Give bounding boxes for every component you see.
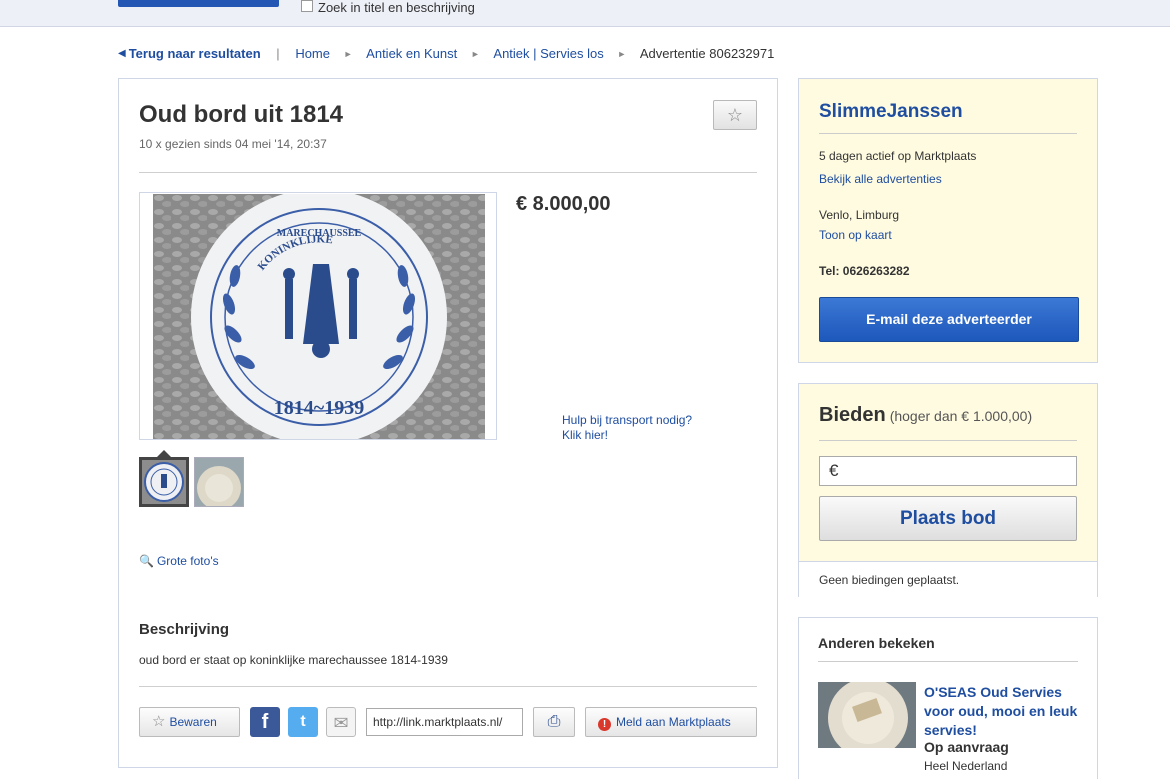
breadcrumb-arrow-icon: ► — [617, 48, 627, 59]
divider — [139, 686, 757, 687]
share-url-field[interactable] — [366, 708, 523, 736]
warning-icon: ! — [598, 718, 611, 731]
thumbnail-1[interactable] — [139, 457, 189, 507]
search-in-description-checkbox[interactable] — [301, 0, 313, 12]
divider — [139, 172, 757, 173]
plate-image: KONINKLIJKE MARECHAUSSEE 1814~1939 — [153, 194, 485, 439]
others-viewed-panel: Anderen bekeken O'SEAS Oud Servies voor … — [798, 617, 1098, 779]
action-bar: ☆Bewaren f t ✉ ⎙ ! Meld aan Marktplaats — [139, 707, 759, 739]
twitter-icon[interactable]: t — [288, 707, 318, 737]
view-count: 10 x gezien sinds 04 mei '14, 20:37 — [139, 137, 327, 151]
breadcrumb-divider: | — [276, 46, 280, 62]
bid-status-text: Geen biedingen geplaatst. — [819, 573, 960, 587]
svg-text:1814~1939: 1814~1939 — [274, 397, 364, 419]
print-button[interactable]: ⎙ — [533, 707, 575, 737]
email-advertiser-button[interactable]: E-mail deze adverteerder — [819, 297, 1079, 342]
main-photo[interactable]: KONINKLIJKE MARECHAUSSEE 1814~1939 — [139, 192, 497, 440]
others-item-thumbnail[interactable] — [818, 682, 916, 748]
show-on-map-link[interactable]: Toon op kaart — [819, 228, 892, 242]
thumb-selected-caret — [157, 450, 171, 457]
description-text: oud bord er staat op koninklijke marecha… — [139, 653, 448, 667]
favorite-button[interactable]: ☆ — [713, 100, 757, 130]
svg-text:MARECHAUSSEE: MARECHAUSSEE — [277, 228, 362, 239]
listing-title: Oud bord uit 1814 — [139, 101, 344, 128]
big-photos-label[interactable]: Grote foto's — [157, 554, 219, 568]
seller-name[interactable]: SlimmeJanssen — [819, 101, 963, 123]
star-icon: ☆ — [152, 713, 166, 730]
back-to-results-link[interactable]: Terug naar resultaten — [129, 46, 261, 61]
seller-location: Venlo, Limburg — [819, 208, 900, 222]
search-in-description-label[interactable]: Zoek in titel en beschrijving — [318, 0, 475, 15]
big-photos-link[interactable]: 🔍 Grote foto's — [139, 554, 219, 568]
place-bid-button[interactable]: Plaats bod — [819, 496, 1077, 541]
others-viewed-heading: Anderen bekeken — [818, 635, 935, 651]
breadcrumb-arrow-icon: ► — [343, 48, 353, 59]
breadcrumb-home[interactable]: Home — [295, 46, 330, 61]
seller-phone: Tel: 0626263282 — [819, 264, 910, 278]
currency-symbol: € — [829, 461, 839, 480]
others-item-title[interactable]: O'SEAS Oud Servies voor oud, mooi en leu… — [924, 683, 1084, 740]
save-label: Bewaren — [169, 715, 217, 729]
save-button[interactable]: ☆ Bewaren — [139, 707, 240, 737]
breadcrumb-arrow-icon: ► — [470, 48, 480, 59]
breadcrumb: ◀ Terug naar resultaten | Home ► Antiek e… — [118, 45, 774, 61]
transport-help-link[interactable]: Hulp bij transport nodig? Klik hier! — [562, 413, 692, 443]
facebook-icon[interactable]: f — [250, 707, 280, 737]
seller-panel: SlimmeJanssen 5 dagen actief op Marktpla… — [798, 78, 1098, 363]
search-button[interactable] — [118, 0, 279, 7]
back-arrow-icon: ◀ — [118, 48, 126, 60]
divider — [819, 440, 1077, 441]
report-button[interactable]: ! Meld aan Marktplaats — [585, 707, 757, 737]
listing-panel: Oud bord uit 1814 10 x gezien sinds 04 m… — [118, 78, 778, 768]
seller-active-since: 5 dagen actief op Marktplaats — [819, 149, 977, 163]
others-item-location: Heel Nederland — [924, 759, 1008, 773]
bid-panel: Bieden (hoger dan € 1.000,00) € Plaats bo… — [798, 383, 1098, 597]
listing-price: € 8.000,00 — [516, 193, 611, 215]
magnifier-icon: 🔍 — [139, 554, 154, 568]
all-ads-link[interactable]: Bekijk alle advertenties — [819, 172, 942, 186]
thumbnail-2[interactable] — [194, 457, 244, 507]
print-icon: ⎙ — [547, 713, 561, 730]
others-item-price: Op aanvraag — [924, 739, 1009, 755]
description-heading: Beschrijving — [139, 621, 230, 638]
bid-status: Geen biedingen geplaatst. — [799, 561, 1097, 597]
top-search-bar: Zoek in titel en beschrijving — [0, 0, 1170, 27]
divider — [819, 133, 1077, 134]
bid-title: Bieden — [819, 404, 886, 426]
divider — [818, 661, 1078, 662]
report-label: Meld aan Marktplaats — [616, 715, 731, 729]
transport-help-line1[interactable]: Hulp bij transport nodig? — [562, 413, 692, 428]
bid-heading: Bieden (hoger dan € 1.000,00) — [819, 404, 1032, 427]
transport-help-line2[interactable]: Klik hier! — [562, 428, 692, 443]
bid-minimum: (hoger dan € 1.000,00) — [889, 408, 1033, 424]
breadcrumb-antiek-en-kunst[interactable]: Antiek en Kunst — [366, 46, 457, 61]
breadcrumb-current: Advertentie 806232971 — [639, 46, 775, 62]
breadcrumb-antiek-servies-los[interactable]: Antiek | Servies los — [493, 46, 603, 61]
star-icon: ☆ — [726, 105, 744, 125]
bid-amount-input[interactable]: € — [819, 456, 1077, 486]
mail-icon[interactable]: ✉ — [326, 707, 356, 737]
